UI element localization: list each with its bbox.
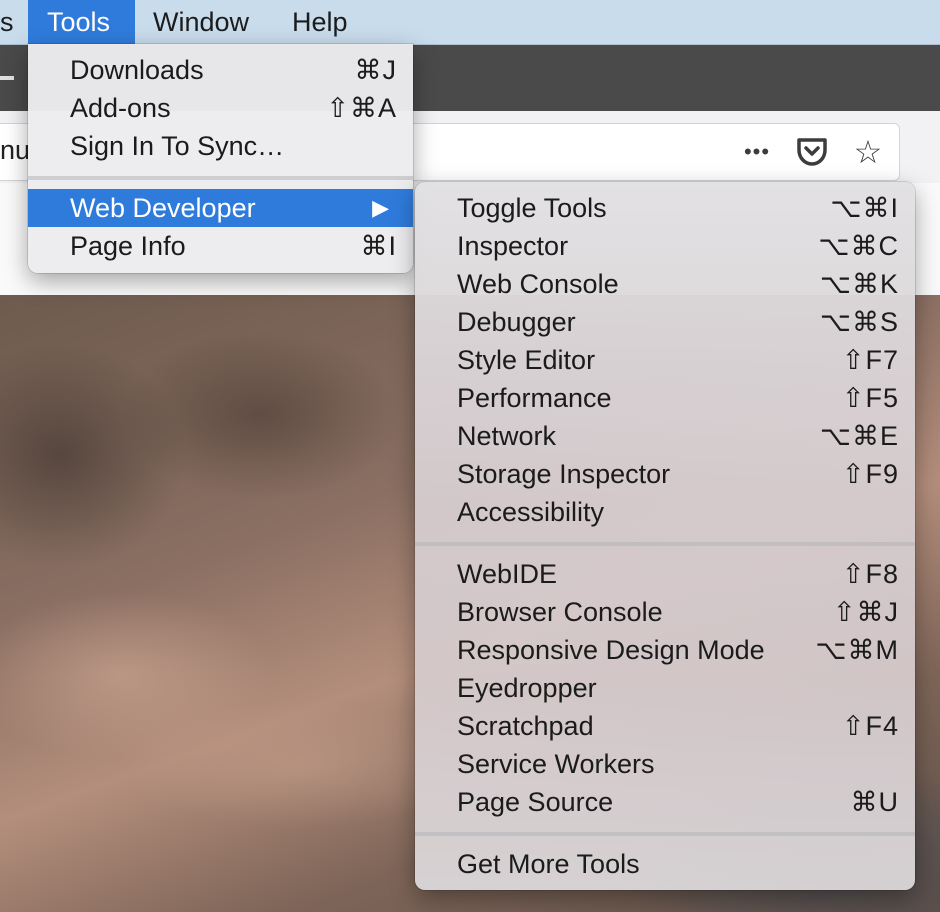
menu-item-debugger[interactable]: Debugger ⌥⌘S [415,303,915,341]
menu-separator [415,542,915,546]
menu-item-shortcut: ⌥⌘I [830,193,899,223]
menu-item-shortcut: ⇧⌘J [832,597,899,627]
menu-item-label: Storage Inspector [457,459,671,489]
menubar-item-window[interactable]: Window [135,0,267,44]
menu-bar: s Tools Window Help [0,0,940,45]
minimize-tab-icon[interactable] [0,76,14,80]
menu-item-shortcut: ⌥⌘S [819,307,899,337]
menu-item-shortcut: ⌥⌘E [819,421,899,451]
menu-item-page-info[interactable]: Page Info ⌘I [28,227,413,265]
menu-item-label: Scratchpad [457,711,594,741]
menu-item-page-source[interactable]: Page Source ⌘U [415,783,915,821]
bookmark-star-icon[interactable]: ☆ [846,130,890,174]
menubar-item-help[interactable]: Help [274,0,366,44]
menu-item-label: Debugger [457,307,576,337]
page-actions-more-icon[interactable]: ••• [735,130,779,174]
menu-item-toggle-tools[interactable]: Toggle Tools ⌥⌘I [415,189,915,227]
menu-item-accessibility[interactable]: Accessibility [415,493,915,531]
menu-item-label: Sign In To Sync… [70,131,285,161]
menu-separator [28,176,413,180]
menu-item-shortcut: ⇧F4 [841,711,899,741]
menu-item-label: WebIDE [457,559,558,589]
menu-item-shortcut: ⌘U [850,787,899,817]
menu-item-label: Style Editor [457,345,596,375]
menu-item-shortcut: ⌥⌘M [815,635,899,665]
menu-item-shortcut: ⇧F8 [841,559,899,589]
menu-item-label: Browser Console [457,597,663,627]
pocket-icon[interactable] [790,130,834,174]
menu-item-label: Eyedropper [457,673,597,703]
menu-item-responsive-design-mode[interactable]: Responsive Design Mode ⌥⌘M [415,631,915,669]
menu-item-web-console[interactable]: Web Console ⌥⌘K [415,265,915,303]
menu-item-webide[interactable]: WebIDE ⇧F8 [415,555,915,593]
menu-item-label: Toggle Tools [457,193,607,223]
url-text[interactable]: nu [0,135,30,166]
menu-item-inspector[interactable]: Inspector ⌥⌘C [415,227,915,265]
menu-separator [415,832,915,836]
menu-item-label: Performance [457,383,612,413]
menu-item-sign-in-to-sync[interactable]: Sign In To Sync… [28,127,413,165]
menu-item-label: Page Info [70,231,186,261]
menu-item-get-more-tools[interactable]: Get More Tools [415,845,915,883]
submenu-arrow-icon: ▶ [372,195,389,220]
menu-item-shortcut: ⌘J [354,55,397,85]
menu-item-shortcut: ⇧F5 [841,383,899,413]
menu-item-label: Service Workers [457,749,655,779]
menu-item-shortcut: ⌘I [360,231,397,261]
web-developer-submenu: Toggle Tools ⌥⌘I Inspector ⌥⌘C Web Conso… [415,182,915,890]
menu-item-add-ons[interactable]: Add-ons ⇧⌘A [28,89,413,127]
menu-item-label: Inspector [457,231,569,261]
menu-item-label: Accessibility [457,497,605,527]
menu-item-label: Page Source [457,787,614,817]
tools-menu: Downloads ⌘J Add-ons ⇧⌘A Sign In To Sync… [28,44,413,273]
menu-item-style-editor[interactable]: Style Editor ⇧F7 [415,341,915,379]
menu-item-shortcut: ⇧F7 [841,345,899,375]
menu-item-label: Responsive Design Mode [457,635,765,665]
menubar-item-history[interactable]: s [0,0,32,44]
menu-item-label: Web Console [457,269,619,299]
menu-item-label: Web Developer [70,193,256,223]
menu-item-performance[interactable]: Performance ⇧F5 [415,379,915,417]
menu-item-shortcut: ⇧⌘A [326,93,397,123]
menu-item-web-developer[interactable]: Web Developer ▶ [28,189,413,227]
menu-item-storage-inspector[interactable]: Storage Inspector ⇧F9 [415,455,915,493]
menu-item-shortcut: ⌥⌘C [818,231,899,261]
menu-item-service-workers[interactable]: Service Workers [415,745,915,783]
menubar-item-tools[interactable]: Tools [28,0,135,44]
menu-item-label: Get More Tools [457,849,640,879]
menu-item-downloads[interactable]: Downloads ⌘J [28,51,413,89]
menu-item-shortcut: ⇧F9 [841,459,899,489]
menu-item-eyedropper[interactable]: Eyedropper [415,669,915,707]
menu-item-label: Add-ons [70,93,171,123]
menu-item-shortcut: ⌥⌘K [819,269,899,299]
menu-item-browser-console[interactable]: Browser Console ⇧⌘J [415,593,915,631]
menu-item-label: Network [457,421,557,451]
menu-item-label: Downloads [70,55,204,85]
menu-item-network[interactable]: Network ⌥⌘E [415,417,915,455]
menu-item-scratchpad[interactable]: Scratchpad ⇧F4 [415,707,915,745]
